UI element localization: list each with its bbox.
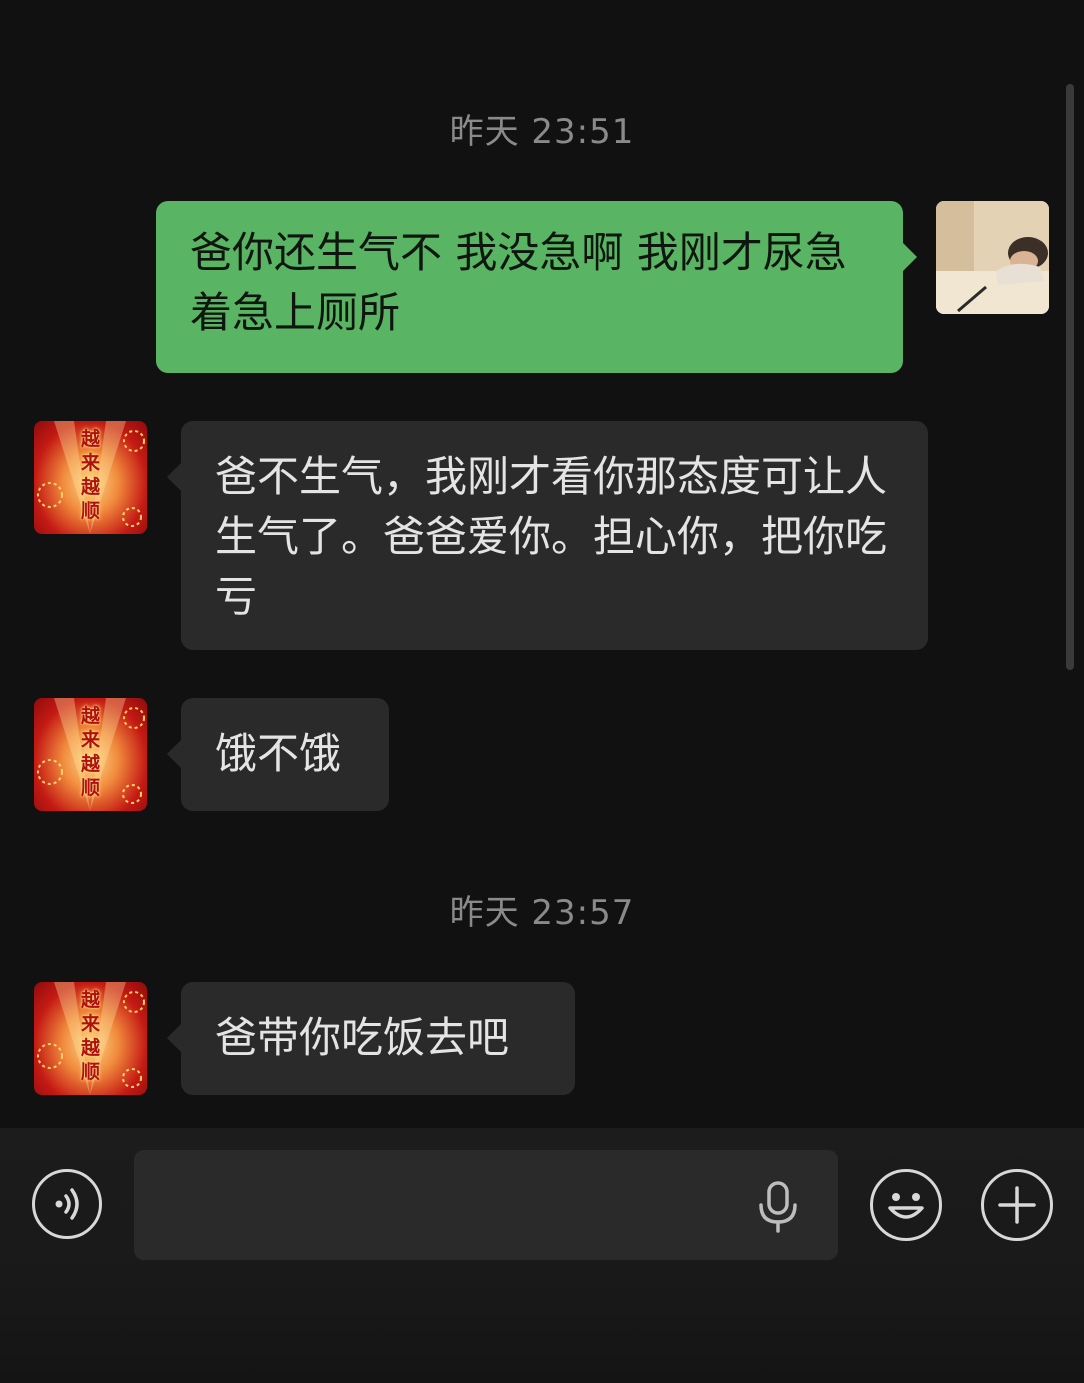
emoji-button[interactable] — [870, 1169, 942, 1241]
message-text: 饿不饿 — [215, 729, 342, 778]
message-text: 爸你还生气不 我没急啊 我刚才尿急着急上厕所 — [190, 228, 847, 337]
contact-avatar[interactable]: 越 来 越 顺 — [34, 698, 147, 811]
scrollbar[interactable] — [1066, 84, 1074, 670]
avatar-lettering: 越 来 越 顺 — [80, 705, 100, 799]
my-avatar-photo — [936, 201, 1049, 314]
message-timestamp: 昨天 23:57 — [449, 893, 635, 933]
sent-message-bubble[interactable]: 爸你还生气不 我没急啊 我刚才尿急着急上厕所 — [156, 201, 917, 373]
smiley-face-icon — [888, 1193, 924, 1219]
received-message-bubble[interactable]: 饿不饿 — [167, 698, 389, 811]
voice-toggle-button[interactable] — [32, 1169, 102, 1239]
received-message-bubble[interactable]: 爸不生气，我刚才看你那态度可让人生气了。爸爸爱你。担心你，把你吃亏 — [167, 421, 928, 650]
microphone-icon[interactable] — [756, 1180, 800, 1234]
voice-wave-icon — [55, 1188, 79, 1220]
received-message-bubble[interactable]: 爸带你吃饭去吧 — [167, 982, 575, 1095]
message-text: 爸不生气，我刚才看你那态度可让人生气了。爸爸爱你。担心你，把你吃亏 — [215, 452, 888, 621]
contact-avatar[interactable]: 越 来 越 顺 — [34, 982, 147, 1095]
message-text: 爸带你吃饭去吧 — [215, 1013, 510, 1062]
avatar-lettering: 越 来 越 顺 — [80, 428, 100, 522]
contact-avatar[interactable]: 越 来 越 顺 — [34, 421, 147, 534]
more-options-button[interactable] — [981, 1169, 1053, 1241]
message-timestamp: 昨天 23:51 — [449, 112, 635, 152]
plus-icon — [998, 1186, 1036, 1224]
message-input[interactable] — [134, 1150, 838, 1260]
avatar-lettering: 越 来 越 顺 — [80, 989, 100, 1083]
my-avatar[interactable] — [936, 201, 1049, 314]
chat-message-area[interactable]: 昨天 23:51 爸你还生气不 我没急啊 我刚才尿急着急上厕所 越 来 越 顺 — [0, 0, 1084, 1128]
